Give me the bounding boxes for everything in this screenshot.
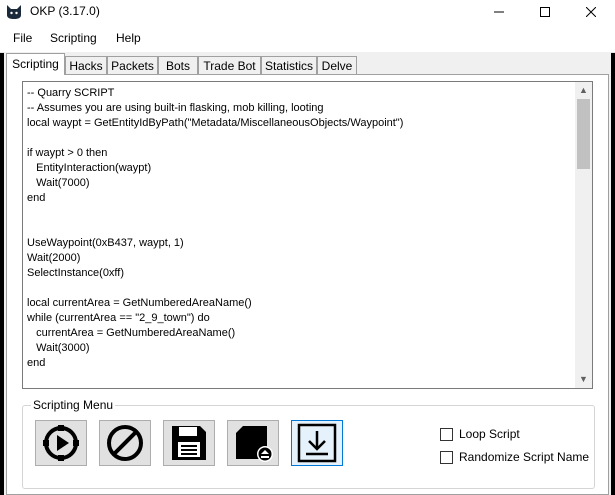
scripting-tab-page: -- Quarry SCRIPT -- Assumes you are using… [6,74,609,495]
maximize-button[interactable] [522,0,568,24]
menu-help[interactable]: Help [116,31,141,45]
code-line: if waypt > 0 then [27,147,108,159]
tab-trade-bot[interactable]: Trade Bot [198,56,261,75]
code-line: currentArea = GetNumberedAreaName() [27,327,236,339]
code-line: while (currentArea == "2_9_town") do [27,312,210,324]
close-icon [586,7,596,17]
code-line: Wait(2000) [27,252,81,264]
code-line: end [27,357,46,369]
code-line: SelectInstance(0xff) [27,267,125,279]
menu-scripting[interactable]: Scripting [50,31,97,45]
code-line: Wait(3000) [27,342,90,354]
code-line: local waypt = GetEntityIdByPath("Metadat… [27,117,404,129]
code-line: end [27,192,46,204]
menu-file[interactable]: File [13,31,32,45]
maximize-icon [540,7,550,17]
minimize-button[interactable] [476,0,522,24]
code-line: UseWaypoint(0xB437, waypt, 1) [27,237,184,249]
code-line: EntityInteraction(waypt) [27,162,152,174]
loop-script-label[interactable]: Loop Script [459,427,520,441]
scroll-down-arrow-icon[interactable]: ▼ [578,374,589,385]
cat-icon [7,5,21,19]
eject-script-button[interactable] [227,420,279,466]
loop-script-checkbox[interactable] [440,428,453,441]
floppy-disk-icon [172,426,206,460]
title-bar: OKP (3.17.0) [0,0,615,24]
minimize-icon [494,11,504,13]
load-script-button[interactable] [291,420,343,466]
code-line: -- Assumes you are using built-in flaski… [27,102,324,114]
menu-bar: File Scripting Help [0,24,615,53]
randomize-script-name-checkbox[interactable] [440,451,453,464]
scroll-up-arrow-icon[interactable]: ▲ [578,85,589,96]
code-line: Wait(7000) [27,177,90,189]
tab-packets[interactable]: Packets [107,56,158,75]
eject-icon [236,426,273,462]
tab-bots[interactable]: Bots [158,56,198,75]
scripting-menu-group: Scripting Menu Loop Script Randomize Scr… [22,398,595,489]
randomize-script-name-label[interactable]: Randomize Script Name [459,450,589,464]
download-icon [297,423,337,463]
scripting-menu-title: Scripting Menu [31,398,116,412]
window-title: OKP (3.17.0) [30,4,100,18]
script-code[interactable]: -- Quarry SCRIPT -- Assumes you are using… [27,86,567,382]
tab-hacks[interactable]: Hacks [65,56,107,75]
play-icon [43,425,79,461]
tab-scripting[interactable]: Scripting [6,53,65,75]
editor-scrollbar[interactable]: ▲ ▼ [575,82,592,388]
tab-delve[interactable]: Delve [317,56,357,75]
save-script-button[interactable] [163,420,215,466]
tab-statistics[interactable]: Statistics [261,56,317,75]
code-line: -- Quarry SCRIPT [27,87,115,99]
main-panel: Scripting Hacks Packets Bots Trade Bot S… [4,52,611,495]
script-editor[interactable]: -- Quarry SCRIPT -- Assumes you are using… [22,81,593,389]
code-line: local currentArea = GetNumberedAreaName(… [27,297,252,309]
scroll-thumb[interactable] [577,99,590,169]
stop-script-button[interactable] [99,420,151,466]
close-button[interactable] [568,0,614,24]
stop-icon [107,425,143,461]
run-script-button[interactable] [35,420,87,466]
